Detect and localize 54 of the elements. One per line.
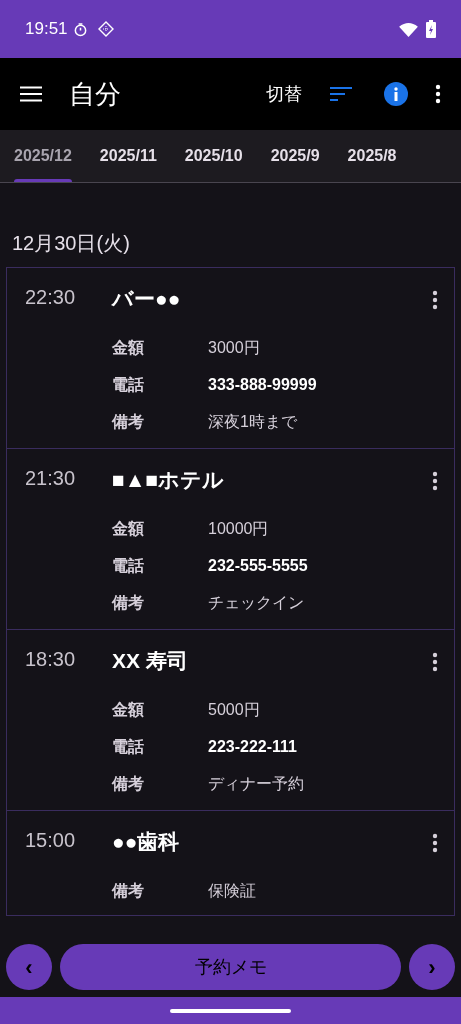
diamond-icon [97, 21, 114, 37]
more-icon[interactable] [432, 471, 438, 491]
field-value: 333-888-99999 [208, 374, 317, 395]
home-indicator[interactable] [170, 1008, 291, 1013]
field-label: 備考 [112, 592, 145, 613]
entry-time: 15:00 [25, 828, 77, 853]
more-icon[interactable] [435, 84, 441, 104]
month-tab[interactable]: 2025/10 [170, 130, 257, 182]
entry-title: ■▲■ホテル [112, 467, 226, 493]
menu-icon[interactable] [20, 86, 42, 102]
field-label: 金額 [112, 699, 145, 720]
field-value: 保険証 [208, 880, 256, 901]
field-label: 電話 [112, 736, 145, 757]
field-value: 深夜1時まで [208, 411, 297, 432]
app-title: 自分 [69, 77, 121, 111]
sort-icon[interactable] [330, 86, 352, 102]
month-tab[interactable]: 2025/11 [85, 130, 171, 182]
field-label: 電話 [112, 374, 145, 395]
entry-card[interactable]: 15:00 ●●歯科 備考 保険証 [7, 811, 454, 915]
field-label: 備考 [112, 411, 145, 432]
entry-card[interactable]: 21:30 ■▲■ホテル 金額 10000円 電話 232-555-5555 備考 チェックイン [7, 449, 454, 630]
field-label: 備考 [112, 773, 145, 794]
entry-card[interactable]: 22:30 バー●● 金額 3000円 電話 333-888-99999 備考 深夜1時まで [7, 268, 454, 449]
more-icon[interactable] [432, 833, 438, 853]
field-label: 金額 [112, 518, 145, 539]
field-value: チェックイン [208, 592, 304, 613]
status-time: 19:51 [25, 18, 68, 41]
date-header: 12月30日(火) [11, 231, 131, 256]
field-label: 備考 [112, 880, 145, 901]
battery-icon [426, 20, 436, 38]
field-value: 223-222-111 [208, 736, 297, 757]
entry-title: ●●歯科 [112, 829, 181, 855]
month-tab[interactable]: 2025/9 [256, 130, 334, 182]
entry-title: バー●● [112, 286, 182, 312]
field-value: 3000円 [208, 337, 260, 358]
more-icon[interactable] [432, 652, 438, 672]
field-value: 232-555-5555 [208, 555, 308, 576]
switch-button[interactable]: 切替 [266, 80, 302, 108]
stopwatch-icon [72, 21, 88, 37]
field-value: ディナー予約 [208, 773, 304, 794]
entry-title: XX 寿司 [112, 648, 189, 674]
month-tab[interactable]: 2025/8 [333, 130, 411, 182]
field-label: 電話 [112, 555, 145, 576]
field-value: 10000円 [208, 518, 269, 539]
entry-time: 21:30 [25, 466, 77, 491]
field-label: 金額 [112, 337, 145, 358]
info-icon[interactable] [384, 82, 408, 106]
more-icon[interactable] [432, 290, 438, 310]
entry-time: 22:30 [25, 285, 77, 310]
month-tab[interactable]: 2025/12 [0, 130, 86, 182]
entry-card[interactable]: 18:30 XX 寿司 金額 5000円 電話 223-222-111 備考 ディナー予約 [7, 630, 454, 811]
field-value: 5000円 [208, 699, 260, 720]
entry-time: 18:30 [25, 647, 77, 672]
wifi-icon [399, 21, 418, 37]
